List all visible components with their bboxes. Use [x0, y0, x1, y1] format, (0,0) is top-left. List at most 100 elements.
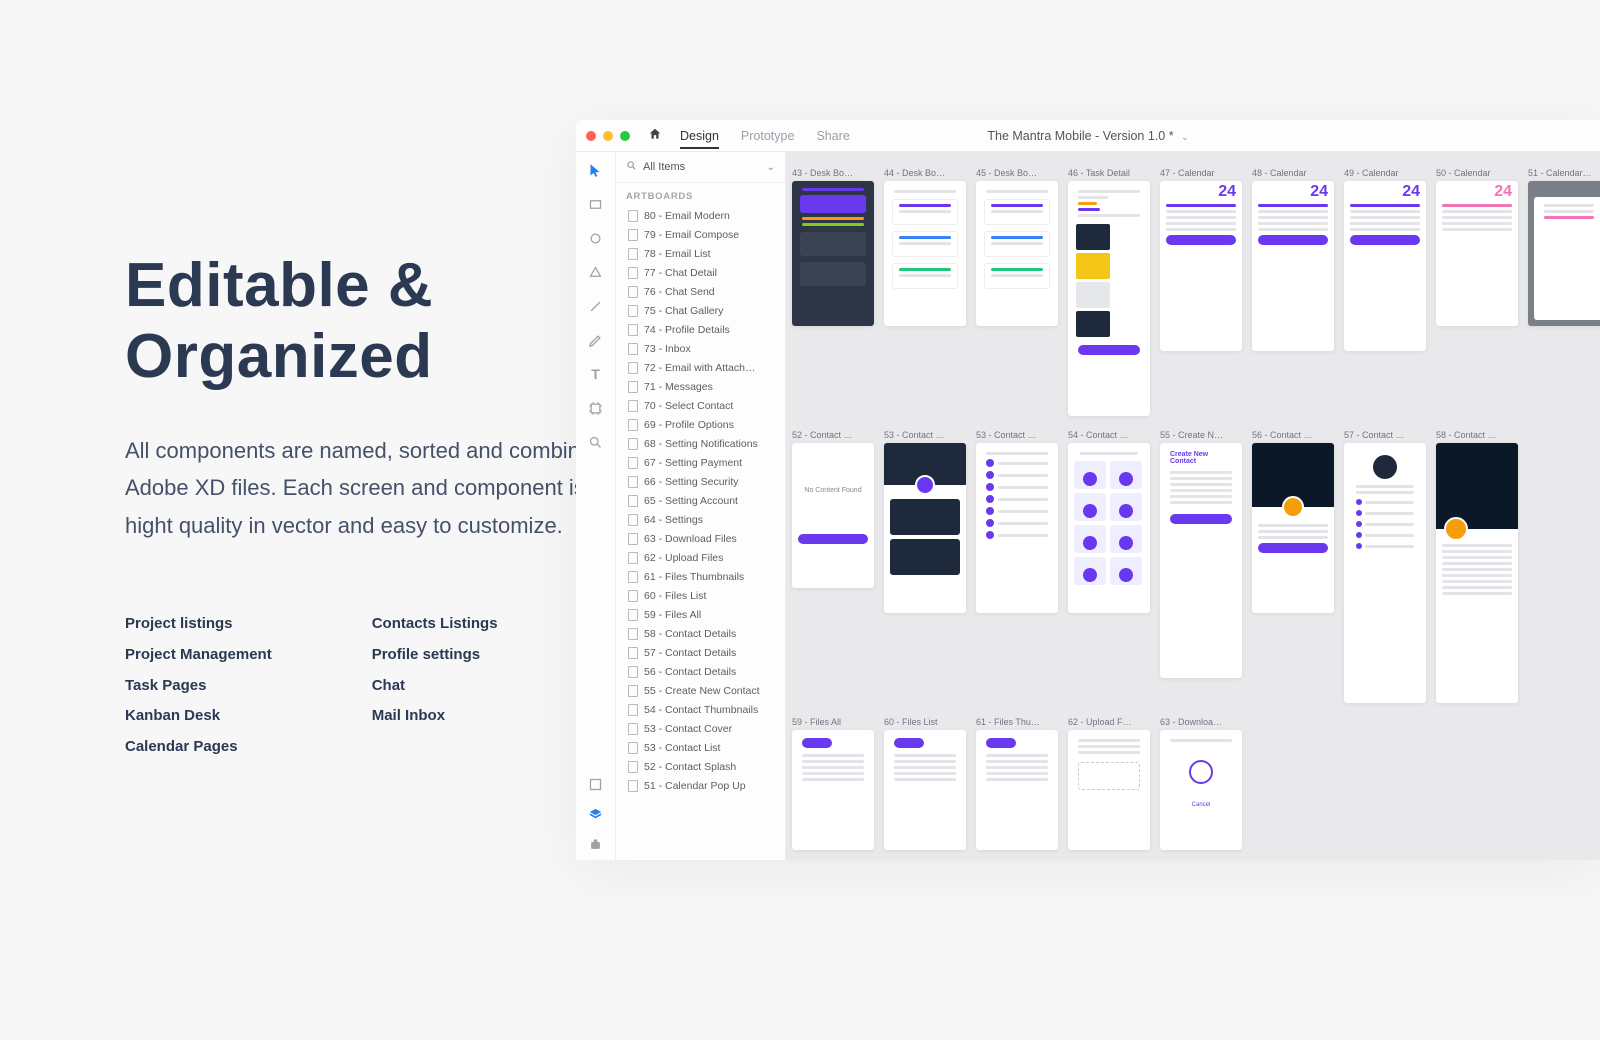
artboard-thumbnail[interactable]: 57 - Contact …: [1344, 430, 1426, 703]
artboard-row[interactable]: 76 - Chat Send: [624, 282, 781, 301]
artboard-row[interactable]: 53 - Contact List: [624, 738, 781, 757]
line-tool-icon[interactable]: [588, 298, 604, 314]
artboard-thumbnail[interactable]: 51 - Calendar…: [1528, 168, 1600, 416]
panel-search[interactable]: All Items ⌄: [616, 152, 785, 183]
artboard-preview: No Content Found: [792, 443, 874, 588]
artboard-thumbnail[interactable]: 43 - Desk Bo…: [792, 168, 874, 416]
artboard-row[interactable]: 62 - Upload Files: [624, 548, 781, 567]
xd-titlebar: Design Prototype Share The Mantra Mobile…: [576, 120, 1600, 152]
artboard-thumbnail[interactable]: 53 - Contact …: [884, 430, 966, 703]
artboard-icon: [628, 590, 638, 602]
artboard-label: 53 - Contact List: [644, 742, 720, 754]
artboard-row[interactable]: 63 - Download Files: [624, 529, 781, 548]
artboard-thumbnail-label: 63 - Downloa…: [1160, 717, 1242, 727]
canvas-row-1: 43 - Desk Bo…44 - Desk Bo…45 - Desk Bo…4…: [792, 168, 1600, 416]
tab-prototype[interactable]: Prototype: [741, 129, 795, 149]
minimize-icon[interactable]: [603, 131, 613, 141]
chevron-down-icon[interactable]: ⌄: [1181, 132, 1189, 142]
artboard-row[interactable]: 80 - Email Modern: [624, 206, 781, 225]
artboard-row[interactable]: 68 - Setting Notifications: [624, 434, 781, 453]
polygon-tool-icon[interactable]: [588, 264, 604, 280]
artboard-row[interactable]: 66 - Setting Security: [624, 472, 781, 491]
artboard-thumbnail[interactable]: 62 - Upload F…: [1068, 717, 1150, 850]
plugins-panel-icon[interactable]: [588, 836, 604, 852]
artboard-row[interactable]: 71 - Messages: [624, 377, 781, 396]
xd-canvas[interactable]: 43 - Desk Bo…44 - Desk Bo…45 - Desk Bo…4…: [786, 152, 1600, 860]
artboard-thumbnail[interactable]: 59 - Files All: [792, 717, 874, 850]
artboard-thumbnail[interactable]: 55 - Create N…Create New Contact: [1160, 430, 1242, 703]
tab-design[interactable]: Design: [680, 129, 719, 149]
artboard-row[interactable]: 56 - Contact Details: [624, 662, 781, 681]
artboard-row[interactable]: 57 - Contact Details: [624, 643, 781, 662]
pen-tool-icon[interactable]: [588, 332, 604, 348]
artboard-row[interactable]: 54 - Contact Thumbnails: [624, 700, 781, 719]
ellipse-tool-icon[interactable]: [588, 230, 604, 246]
artboard-thumbnail[interactable]: 52 - Contact …No Content Found: [792, 430, 874, 703]
layers-panel-icon[interactable]: [588, 806, 604, 822]
artboard-row[interactable]: 58 - Contact Details: [624, 624, 781, 643]
artboard-thumbnail[interactable]: 54 - Contact …: [1068, 430, 1150, 703]
chevron-down-icon[interactable]: ⌄: [767, 162, 775, 173]
artboard-thumbnail[interactable]: 48 - Calendar24: [1252, 168, 1334, 416]
home-icon[interactable]: [648, 127, 662, 144]
text-tool-icon[interactable]: T: [588, 366, 604, 382]
artboard-row[interactable]: 73 - Inbox: [624, 339, 781, 358]
artboard-row[interactable]: 69 - Profile Options: [624, 415, 781, 434]
assets-panel-icon[interactable]: [588, 776, 604, 792]
artboard-label: 72 - Email with Attach…: [644, 362, 755, 374]
artboard-label: 61 - Files Thumbnails: [644, 571, 744, 583]
select-tool-icon[interactable]: [588, 162, 604, 178]
artboard-icon: [628, 780, 638, 792]
artboard-thumbnail[interactable]: 49 - Calendar24: [1344, 168, 1426, 416]
artboard-icon: [628, 400, 638, 412]
artboard-row[interactable]: 51 - Calendar Pop Up: [624, 776, 781, 795]
artboard-thumbnail[interactable]: 56 - Contact …: [1252, 430, 1334, 703]
artboard-row[interactable]: 72 - Email with Attach…: [624, 358, 781, 377]
artboard-preview: 24: [1160, 181, 1242, 351]
artboard-thumbnail-label: 55 - Create N…: [1160, 430, 1242, 440]
document-title-text: The Mantra Mobile - Version 1.0 *: [987, 129, 1173, 143]
artboard-thumbnail-label: 59 - Files All: [792, 717, 874, 727]
artboard-thumbnail[interactable]: 44 - Desk Bo…: [884, 168, 966, 416]
artboard-thumbnail[interactable]: 63 - Downloa…Cancel: [1160, 717, 1242, 850]
artboard-row[interactable]: 75 - Chat Gallery: [624, 301, 781, 320]
xd-window: Design Prototype Share The Mantra Mobile…: [576, 120, 1600, 860]
artboard-thumbnail[interactable]: 45 - Desk Bo…: [976, 168, 1058, 416]
artboard-thumbnail-label: 49 - Calendar: [1344, 168, 1426, 178]
artboard-row[interactable]: 67 - Setting Payment: [624, 453, 781, 472]
artboard-row[interactable]: 52 - Contact Splash: [624, 757, 781, 776]
canvas-row-2: 52 - Contact …No Content Found53 - Conta…: [792, 430, 1600, 703]
artboard-thumbnail[interactable]: 47 - Calendar24: [1160, 168, 1242, 416]
artboard-thumbnail[interactable]: 58 - Contact …: [1436, 430, 1518, 703]
artboard-row[interactable]: 74 - Profile Details: [624, 320, 781, 339]
close-icon[interactable]: [586, 131, 596, 141]
artboard-row[interactable]: 70 - Select Contact: [624, 396, 781, 415]
tab-share[interactable]: Share: [816, 129, 849, 149]
zoom-tool-icon[interactable]: [588, 434, 604, 450]
artboard-thumbnail[interactable]: 53 - Contact …: [976, 430, 1058, 703]
artboard-tool-icon[interactable]: [588, 400, 604, 416]
artboard-thumbnail[interactable]: 46 - Task Detail: [1068, 168, 1150, 416]
artboard-thumbnail[interactable]: 50 - Calendar24: [1436, 168, 1518, 416]
feature-item: Project Management: [125, 640, 272, 671]
maximize-icon[interactable]: [620, 131, 630, 141]
artboard-thumbnail[interactable]: 60 - Files List: [884, 717, 966, 850]
artboard-row[interactable]: 60 - Files List: [624, 586, 781, 605]
rectangle-tool-icon[interactable]: [588, 196, 604, 212]
feature-item: Mail Inbox: [372, 701, 498, 732]
artboard-preview: 24: [1436, 181, 1518, 326]
artboard-row[interactable]: 65 - Setting Account: [624, 491, 781, 510]
artboard-preview: [1068, 181, 1150, 416]
artboard-row[interactable]: 53 - Contact Cover: [624, 719, 781, 738]
artboard-label: 56 - Contact Details: [644, 666, 736, 678]
artboard-preview: [884, 181, 966, 326]
artboard-row[interactable]: 55 - Create New Contact: [624, 681, 781, 700]
artboard-icon: [628, 210, 638, 222]
artboard-row[interactable]: 77 - Chat Detail: [624, 263, 781, 282]
artboard-row[interactable]: 79 - Email Compose: [624, 225, 781, 244]
artboard-row[interactable]: 61 - Files Thumbnails: [624, 567, 781, 586]
artboard-row[interactable]: 59 - Files All: [624, 605, 781, 624]
artboard-row[interactable]: 78 - Email List: [624, 244, 781, 263]
artboard-thumbnail[interactable]: 61 - Files Thu…: [976, 717, 1058, 850]
artboard-row[interactable]: 64 - Settings: [624, 510, 781, 529]
